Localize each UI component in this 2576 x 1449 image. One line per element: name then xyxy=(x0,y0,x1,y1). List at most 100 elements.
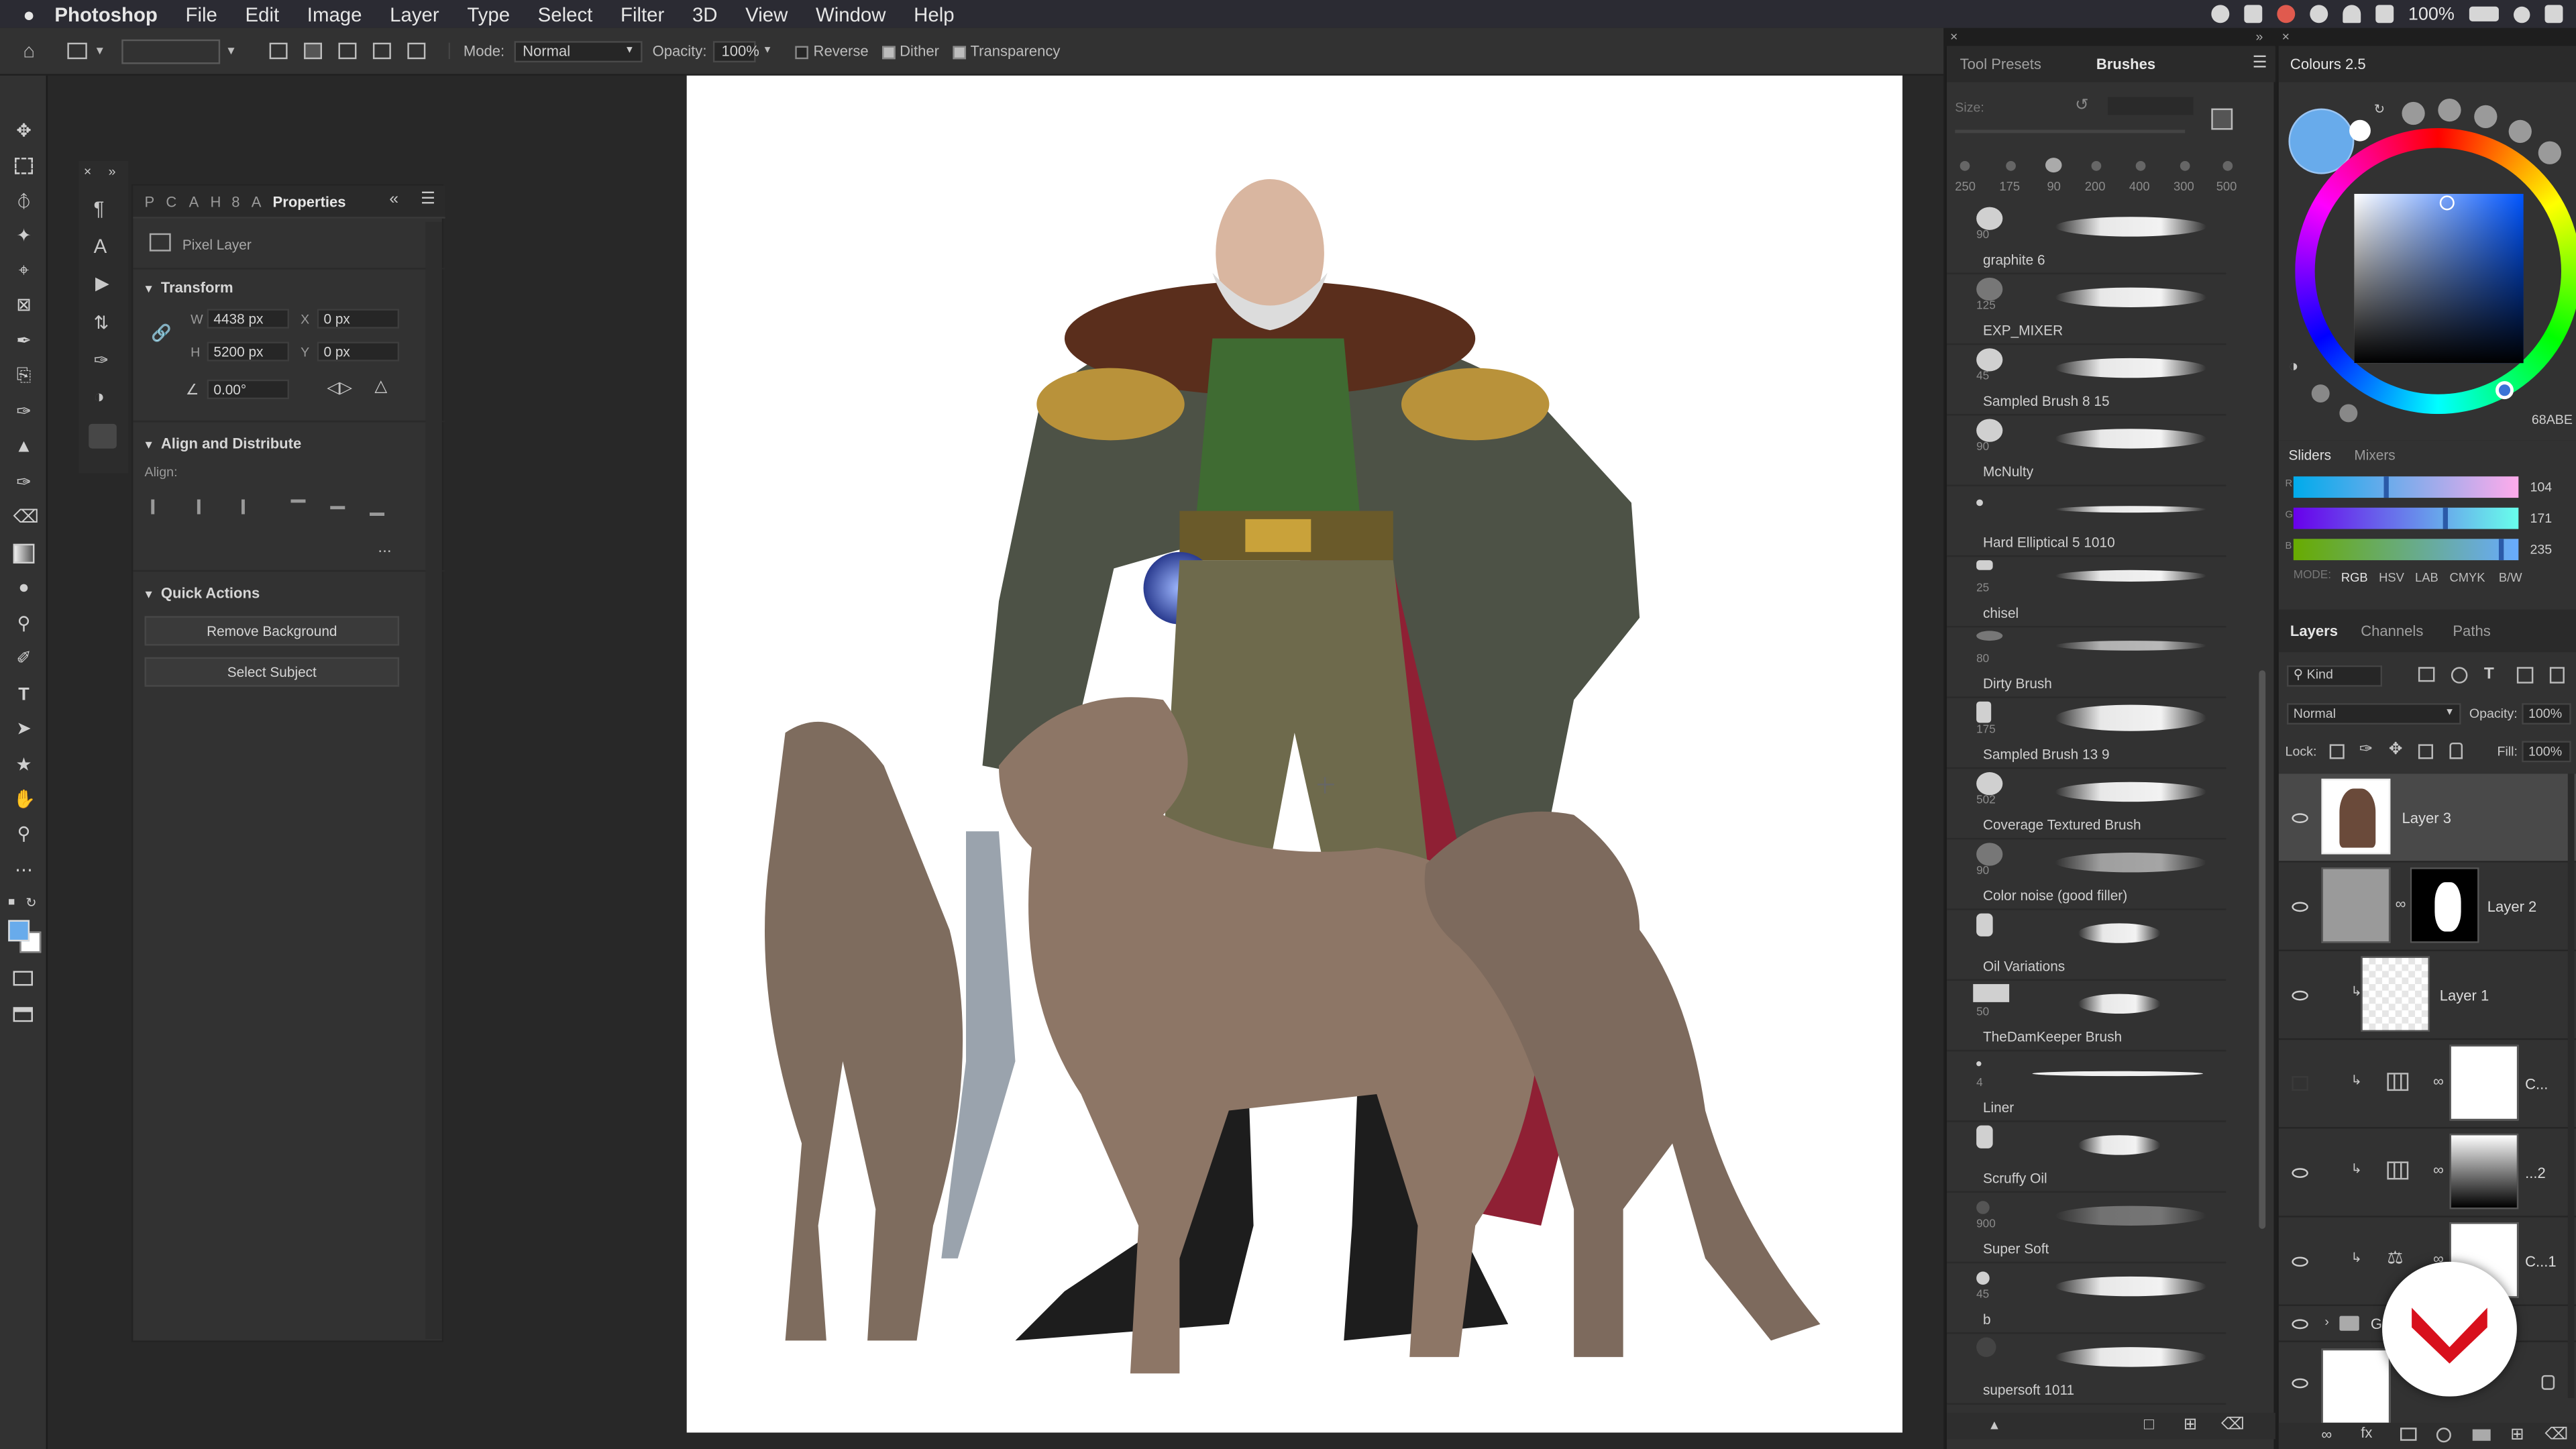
gradient-tool-icon[interactable] xyxy=(13,543,35,564)
filter-type-icon[interactable]: T xyxy=(2484,665,2494,684)
color-history-icon[interactable] xyxy=(2311,384,2330,403)
filter-kind-select[interactable]: ⚲ Kind xyxy=(2287,665,2383,687)
dither-checkbox[interactable]: Dither xyxy=(881,43,939,59)
brush-item[interactable]: 25 chisel xyxy=(1947,557,2226,628)
transform-section-toggle[interactable]: ▼ Transform xyxy=(143,279,233,295)
background-color-circle[interactable] xyxy=(2349,119,2371,142)
dither-checkbox-box[interactable] xyxy=(881,45,895,59)
wifi-icon[interactable] xyxy=(2342,5,2361,23)
spotlight-search-icon[interactable] xyxy=(2513,5,2530,23)
brush-item[interactable]: 4 Liner xyxy=(1947,1051,2226,1122)
eye-icon[interactable] xyxy=(2292,1256,2308,1267)
lock-transparent-icon[interactable] xyxy=(2329,744,2345,759)
red-slider-thumb[interactable] xyxy=(2383,476,2389,498)
brush-item[interactable]: 175 Sampled Brush 13 9 xyxy=(1947,698,2226,769)
layer-row-layer-3[interactable]: Layer 3 xyxy=(2278,773,2576,863)
size-slider[interactable] xyxy=(1955,129,2186,133)
menu-select[interactable]: Select xyxy=(538,3,593,25)
eye-icon[interactable] xyxy=(2292,1168,2308,1178)
edit-toolbar-icon[interactable]: ⋯ xyxy=(13,861,35,880)
brush-item[interactable]: Hard Elliptical 5 1010 xyxy=(1947,486,2226,557)
filter-pixel-icon[interactable] xyxy=(2418,667,2435,682)
brush-item[interactable]: 45 Sampled Brush 8 15 xyxy=(1947,345,2226,416)
app-menu[interactable]: Photoshop xyxy=(54,3,157,25)
collapse-up-icon[interactable]: ▲ xyxy=(1988,1417,2000,1432)
width-field[interactable]: 4438 px xyxy=(207,309,290,329)
play-icon[interactable] xyxy=(2339,404,2358,423)
actions-panel-icon[interactable]: ▶ xyxy=(95,273,109,294)
new-brush-icon[interactable] xyxy=(2211,108,2233,130)
hex-value[interactable]: 68ABE xyxy=(2532,413,2573,427)
magic-wand-tool-icon[interactable]: ✦ xyxy=(13,227,35,246)
recent-brush-1[interactable] xyxy=(1960,161,1970,171)
zoom-tool-icon[interactable]: ⚲ xyxy=(13,824,35,844)
hand-tool-icon[interactable]: ✋ xyxy=(13,790,36,810)
layer-row-adjustment-2[interactable]: ↳ ∞ ...2 xyxy=(2278,1128,2576,1218)
properties-panel-icon[interactable] xyxy=(89,423,117,449)
add-mask-icon[interactable] xyxy=(2400,1428,2417,1441)
menu-help[interactable]: Help xyxy=(914,3,954,25)
history-brush-tool-icon[interactable]: ✑ xyxy=(13,473,35,492)
brush-item[interactable]: 900 Super Soft xyxy=(1947,1193,2226,1264)
swap-colors-icon[interactable]: ↻ xyxy=(2374,102,2385,117)
tab-channels[interactable]: Channels xyxy=(2361,623,2423,639)
screen-record-icon[interactable] xyxy=(2309,5,2328,23)
character-panel-icon[interactable]: A xyxy=(94,235,107,258)
tab-actions[interactable]: A xyxy=(189,194,199,210)
opacity-input[interactable]: 100% xyxy=(713,40,759,62)
hue-ring-cursor[interactable] xyxy=(2496,381,2514,400)
more-options-icon[interactable]: ... xyxy=(378,539,391,557)
brush-item[interactable]: 90 graphite 6 xyxy=(1947,204,2226,274)
mode-hsv[interactable]: HSV xyxy=(2379,570,2404,585)
layer-opacity-field[interactable]: 100% xyxy=(2522,703,2571,725)
close-panel-icon[interactable]: × xyxy=(2282,30,2290,44)
eyedropper-tool-icon[interactable]: ✒ xyxy=(13,332,35,352)
tab-8[interactable]: 8 xyxy=(231,194,239,210)
lock-artboard-icon[interactable] xyxy=(2418,744,2433,759)
swatch-slot-2[interactable] xyxy=(2438,98,2461,122)
flip-vertical-icon[interactable]: △ xyxy=(374,378,387,396)
green-slider-thumb[interactable] xyxy=(2443,507,2449,529)
menu-file[interactable]: File xyxy=(186,3,217,25)
panel-menu-icon[interactable]: ☰ xyxy=(2253,54,2267,72)
filter-adjustment-icon[interactable] xyxy=(2451,667,2468,684)
transparency-checkbox-box[interactable] xyxy=(952,45,966,59)
menu-filter[interactable]: Filter xyxy=(621,3,664,25)
brush-item[interactable]: 50 TheDamKeeper Brush xyxy=(1947,981,2226,1052)
gradient-dropdown-icon[interactable]: ▼ xyxy=(225,45,237,56)
layer-row-curves[interactable]: ↳ ∞ C... xyxy=(2278,1040,2576,1129)
eyedropper-icon[interactable]: ◑ xyxy=(2288,358,2298,376)
layer-mask-thumbnail[interactable] xyxy=(2449,1044,2519,1121)
g-value[interactable]: 171 xyxy=(2530,511,2552,526)
mode-cmyk[interactable]: CMYK xyxy=(2449,570,2485,585)
brush-item[interactable]: Oil Variations xyxy=(1947,910,2226,981)
menu-view[interactable]: View xyxy=(745,3,788,25)
layers-scrollbar[interactable] xyxy=(2567,773,2575,1399)
layer-row-layer-2[interactable]: ∞ Layer 2 xyxy=(2278,863,2576,951)
move-tool-icon[interactable]: ✥ xyxy=(13,121,35,141)
path-selection-tool-icon[interactable]: ➤ xyxy=(13,720,35,739)
brush-item[interactable]: 502 Coverage Textured Brush xyxy=(1947,769,2226,840)
layer-name[interactable]: Layer 2 xyxy=(2487,899,2537,915)
transparency-checkbox[interactable]: Transparency xyxy=(952,43,1060,59)
eye-icon[interactable] xyxy=(2292,990,2308,1001)
home-icon[interactable]: ⌂ xyxy=(23,40,35,62)
layer-row-layer-1[interactable]: ↳ Layer 1 xyxy=(2278,951,2576,1040)
angle-field[interactable]: 0.00° xyxy=(207,379,290,400)
layer-name[interactable]: Layer 3 xyxy=(2402,810,2451,826)
tab-paths[interactable]: Paths xyxy=(2453,623,2490,639)
visibility-box[interactable] xyxy=(2292,1076,2308,1091)
sync-icon[interactable] xyxy=(2276,5,2295,23)
lasso-tool-icon[interactable]: ⦽ xyxy=(13,193,35,212)
close-panel-icon[interactable]: × xyxy=(1950,30,1957,44)
creative-cloud-icon[interactable] xyxy=(2211,5,2229,23)
marquee-tool-icon[interactable] xyxy=(15,158,33,174)
align-section-toggle[interactable]: ▼ Align and Distribute xyxy=(143,435,301,451)
blue-slider[interactable] xyxy=(2293,539,2519,561)
healing-brush-tool-icon[interactable]: ⎘ xyxy=(13,366,35,386)
screen-mode-icon[interactable] xyxy=(13,1007,33,1022)
brush-item[interactable]: 125 EXP_MIXER xyxy=(1947,274,2226,345)
eye-icon[interactable] xyxy=(2292,813,2308,823)
swatch-slot-1[interactable] xyxy=(2402,101,2425,125)
swatch-slot-3[interactable] xyxy=(2474,105,2498,129)
